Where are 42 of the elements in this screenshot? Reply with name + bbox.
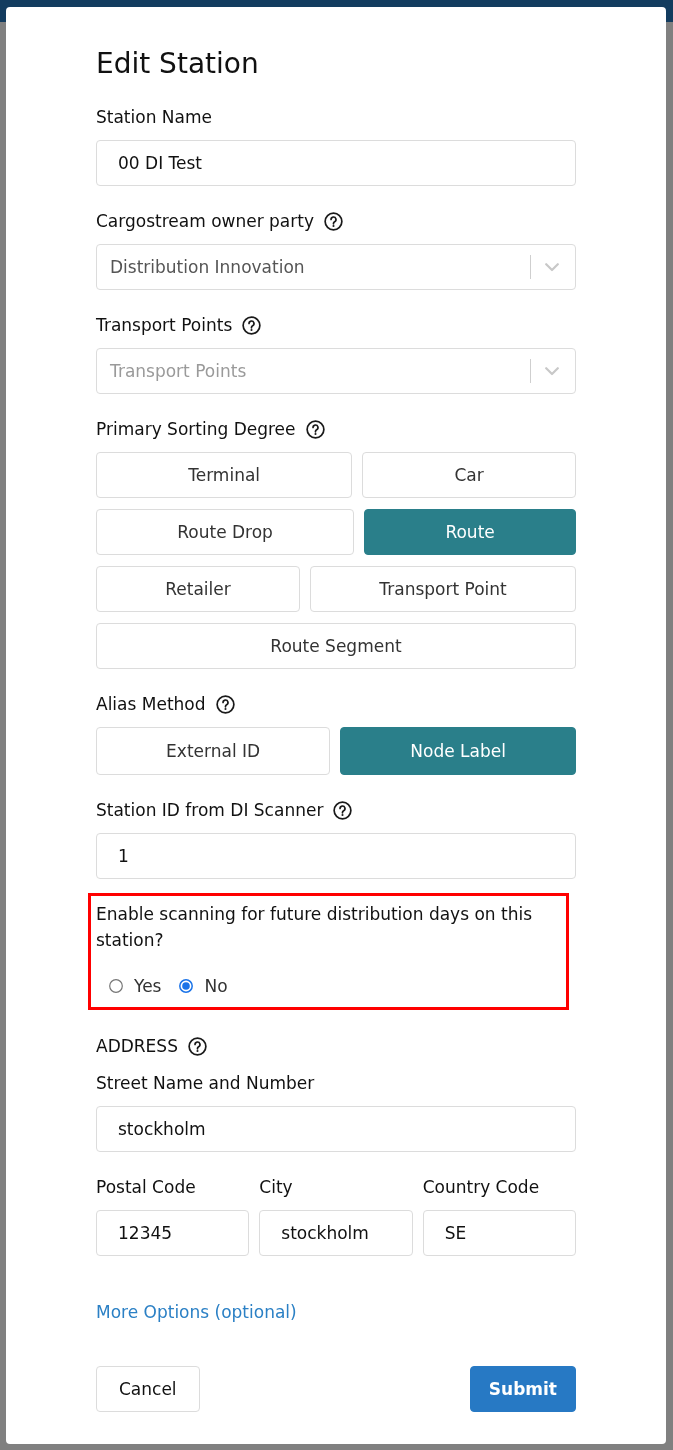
- option-button[interactable]: Route: [364, 509, 576, 555]
- option-button[interactable]: Transport Point: [310, 566, 576, 612]
- text-input[interactable]: stockholm: [96, 1106, 576, 1152]
- cancel-button[interactable]: Cancel: [96, 1366, 200, 1412]
- help-icon[interactable]: [333, 800, 353, 820]
- help-icon[interactable]: [215, 694, 235, 714]
- field-label: City: [259, 1176, 293, 1198]
- text-input[interactable]: SE: [422, 1210, 576, 1256]
- field-label: Primary Sorting Degree: [96, 418, 296, 440]
- option-button[interactable]: Car: [362, 452, 576, 498]
- help-icon[interactable]: [305, 419, 325, 439]
- option-button[interactable]: Route Drop: [96, 509, 355, 555]
- chevron-down-icon: [545, 366, 559, 376]
- text-input[interactable]: 1: [96, 833, 576, 879]
- radio-option[interactable]: Yes: [109, 976, 162, 996]
- option-button[interactable]: Route Segment: [96, 623, 576, 669]
- option-button[interactable]: Terminal: [96, 452, 353, 498]
- field-label: Street Name and Number: [96, 1072, 315, 1094]
- field-label: Alias Method: [96, 693, 206, 715]
- radio-option[interactable]: No: [179, 976, 228, 996]
- dropdown[interactable]: Distribution Innovation: [96, 244, 576, 290]
- field-label: Station Name: [96, 106, 212, 128]
- field-label: Postal Code: [96, 1176, 196, 1198]
- help-icon[interactable]: [242, 315, 262, 335]
- question-text: Enable scanning for future distribution days on this station?: [96, 903, 534, 952]
- field-label: Cargostream owner party: [96, 210, 314, 232]
- chevron-down-icon: [545, 262, 559, 272]
- text-input[interactable]: stockholm: [259, 1210, 413, 1256]
- field-label: Country Code: [422, 1176, 540, 1198]
- help-icon[interactable]: [324, 211, 343, 231]
- text-input[interactable]: 12345: [96, 1210, 250, 1256]
- field-label: Transport Points: [96, 314, 233, 336]
- section-heading: ADDRESS: [96, 1035, 178, 1057]
- dialog-title: Edit Station: [96, 47, 259, 81]
- submit-button[interactable]: Submit: [469, 1366, 576, 1412]
- field-label: Station ID from DI Scanner: [96, 799, 324, 821]
- more-options-link[interactable]: More Options (optional): [96, 1301, 297, 1323]
- text-input[interactable]: 00 DI Test: [96, 140, 576, 186]
- help-icon[interactable]: [187, 1036, 207, 1056]
- option-button[interactable]: Retailer: [96, 566, 301, 612]
- option-button[interactable]: Node Label: [340, 727, 576, 775]
- option-button[interactable]: External ID: [96, 727, 331, 775]
